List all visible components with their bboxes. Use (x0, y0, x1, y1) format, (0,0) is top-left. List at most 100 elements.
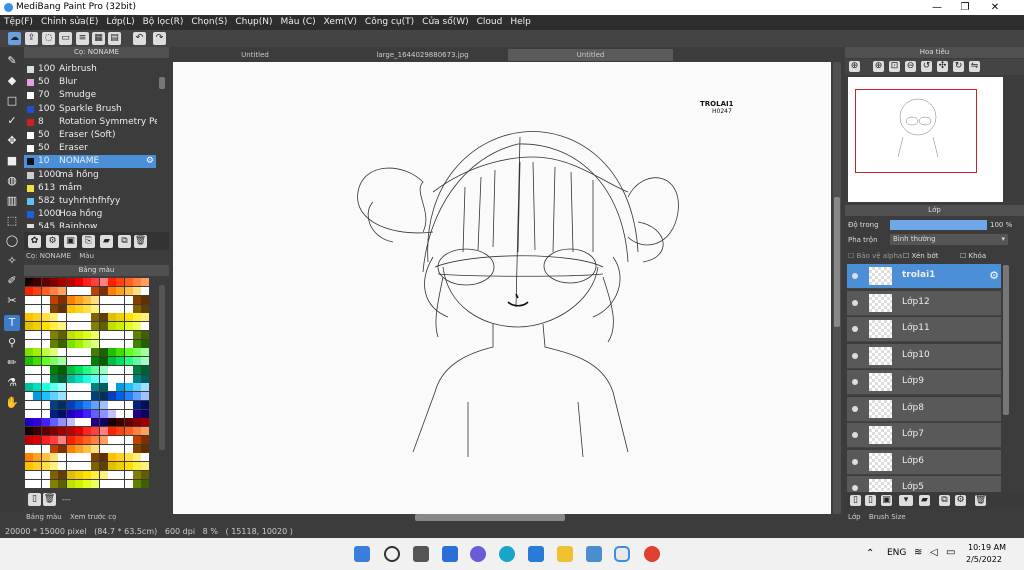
color-swatch[interactable] (74, 453, 83, 461)
color-swatch[interactable] (83, 435, 92, 444)
color-swatch[interactable] (99, 418, 108, 426)
eyedropper-icon[interactable]: ⚗ (4, 375, 20, 391)
color-swatch[interactable] (124, 357, 133, 365)
color-swatch[interactable] (41, 392, 50, 400)
navigator-preview[interactable] (848, 77, 1003, 202)
color-swatch[interactable] (91, 365, 100, 374)
color-swatch[interactable] (108, 365, 116, 374)
color-swatch[interactable] (25, 383, 33, 391)
color-swatch[interactable] (83, 348, 92, 356)
color-swatch[interactable] (49, 462, 58, 470)
brush-item[interactable]: 613 mắm (24, 182, 156, 195)
color-swatch[interactable] (132, 462, 141, 470)
fill-rect-tool-icon[interactable]: ■ (4, 153, 20, 169)
color-swatch[interactable] (124, 374, 133, 383)
color-swatch[interactable] (91, 409, 100, 418)
color-swatch[interactable] (116, 435, 125, 444)
color-swatch[interactable] (83, 365, 92, 374)
color-swatch[interactable] (25, 400, 33, 409)
color-swatch[interactable] (49, 357, 58, 365)
visibility-icon[interactable] (852, 326, 858, 332)
color-swatch[interactable] (141, 339, 150, 348)
drawing-canvas[interactable]: TROLAI1 H0247 (173, 62, 831, 514)
color-swatch[interactable] (74, 278, 83, 286)
color-swatch[interactable] (116, 278, 125, 286)
color-swatch[interactable] (91, 400, 100, 409)
brush-item[interactable]: 50 Eraser (Soft) (24, 129, 156, 142)
color-swatch[interactable] (124, 418, 133, 426)
camera-icon[interactable] (586, 546, 602, 562)
color-swatch[interactable] (58, 392, 67, 400)
brush-item[interactable]: 50 Eraser (24, 142, 156, 155)
flip-icon[interactable]: ⇋ (969, 61, 980, 72)
merge-icon[interactable]: ⧉ (939, 495, 950, 506)
color-swatch[interactable] (58, 409, 67, 418)
color-swatch[interactable] (74, 479, 83, 488)
color-swatch[interactable] (66, 304, 75, 313)
color-swatch[interactable] (83, 470, 92, 479)
layer-row[interactable]: Lớp6 (847, 449, 1001, 475)
color-swatch[interactable] (141, 357, 150, 365)
color-swatch[interactable] (58, 470, 67, 479)
color-swatch-grid[interactable] (25, 278, 151, 490)
color-swatch[interactable] (116, 479, 125, 488)
edge-icon[interactable] (499, 546, 515, 562)
color-swatch[interactable] (66, 427, 75, 435)
color-swatch[interactable] (108, 462, 116, 470)
color-swatch[interactable] (91, 287, 100, 295)
color-swatch[interactable] (99, 453, 108, 461)
color-swatch[interactable] (25, 374, 33, 383)
color-swatch[interactable] (91, 313, 100, 321)
color-swatch[interactable] (91, 444, 100, 453)
color-swatch[interactable] (141, 304, 150, 313)
color-swatch[interactable] (99, 479, 108, 488)
color-swatch[interactable] (58, 287, 67, 295)
color-swatch[interactable] (33, 453, 42, 461)
color-swatch[interactable] (91, 383, 100, 391)
color-swatch[interactable] (66, 453, 75, 461)
clock-date[interactable]: 2/5/2022 (966, 555, 1002, 564)
color-swatch[interactable] (91, 462, 100, 470)
color-swatch[interactable] (116, 453, 125, 461)
color-swatch[interactable] (83, 418, 92, 426)
task-view-icon[interactable] (413, 546, 429, 562)
color-swatch[interactable] (41, 400, 50, 409)
color-swatch[interactable] (58, 444, 67, 453)
color-swatch[interactable] (49, 479, 58, 488)
color-swatch[interactable] (91, 339, 100, 348)
color-swatch[interactable] (74, 435, 83, 444)
color-swatch[interactable] (33, 435, 42, 444)
color-swatch[interactable] (108, 374, 116, 383)
color-swatch[interactable] (66, 392, 75, 400)
color-swatch[interactable] (108, 348, 116, 356)
color-swatch[interactable] (41, 479, 50, 488)
color-swatch[interactable] (58, 418, 67, 426)
color-swatch[interactable] (116, 427, 125, 435)
visibility-icon[interactable] (852, 405, 858, 412)
color-swatch[interactable] (141, 409, 150, 418)
color-swatch[interactable] (49, 348, 58, 356)
color-swatch[interactable] (83, 322, 92, 330)
color-swatch[interactable] (132, 295, 141, 304)
color-swatch[interactable] (41, 295, 50, 304)
color-swatch[interactable] (25, 365, 33, 374)
color-swatch[interactable] (132, 287, 141, 295)
color-swatch[interactable] (66, 313, 75, 321)
color-swatch[interactable] (49, 278, 58, 286)
color-swatch[interactable] (49, 444, 58, 453)
color-swatch[interactable] (74, 418, 83, 426)
color-swatch[interactable] (25, 322, 33, 330)
color-swatch[interactable] (124, 339, 133, 348)
layer-settings-icon[interactable]: ⚙ (955, 495, 966, 506)
color-swatch[interactable] (49, 287, 58, 295)
color-swatch[interactable] (74, 383, 83, 391)
color-swatch[interactable] (25, 453, 33, 461)
layer-scrollbar[interactable] (1003, 265, 1009, 415)
color-swatch[interactable] (108, 392, 116, 400)
color-swatch[interactable] (141, 330, 150, 339)
divide-tool-icon[interactable]: ✏ (4, 355, 20, 371)
color-swatch[interactable] (91, 479, 100, 488)
color-swatch[interactable] (58, 365, 67, 374)
share-icon[interactable]: ⇪ (25, 32, 38, 45)
color-swatch[interactable] (141, 278, 150, 286)
